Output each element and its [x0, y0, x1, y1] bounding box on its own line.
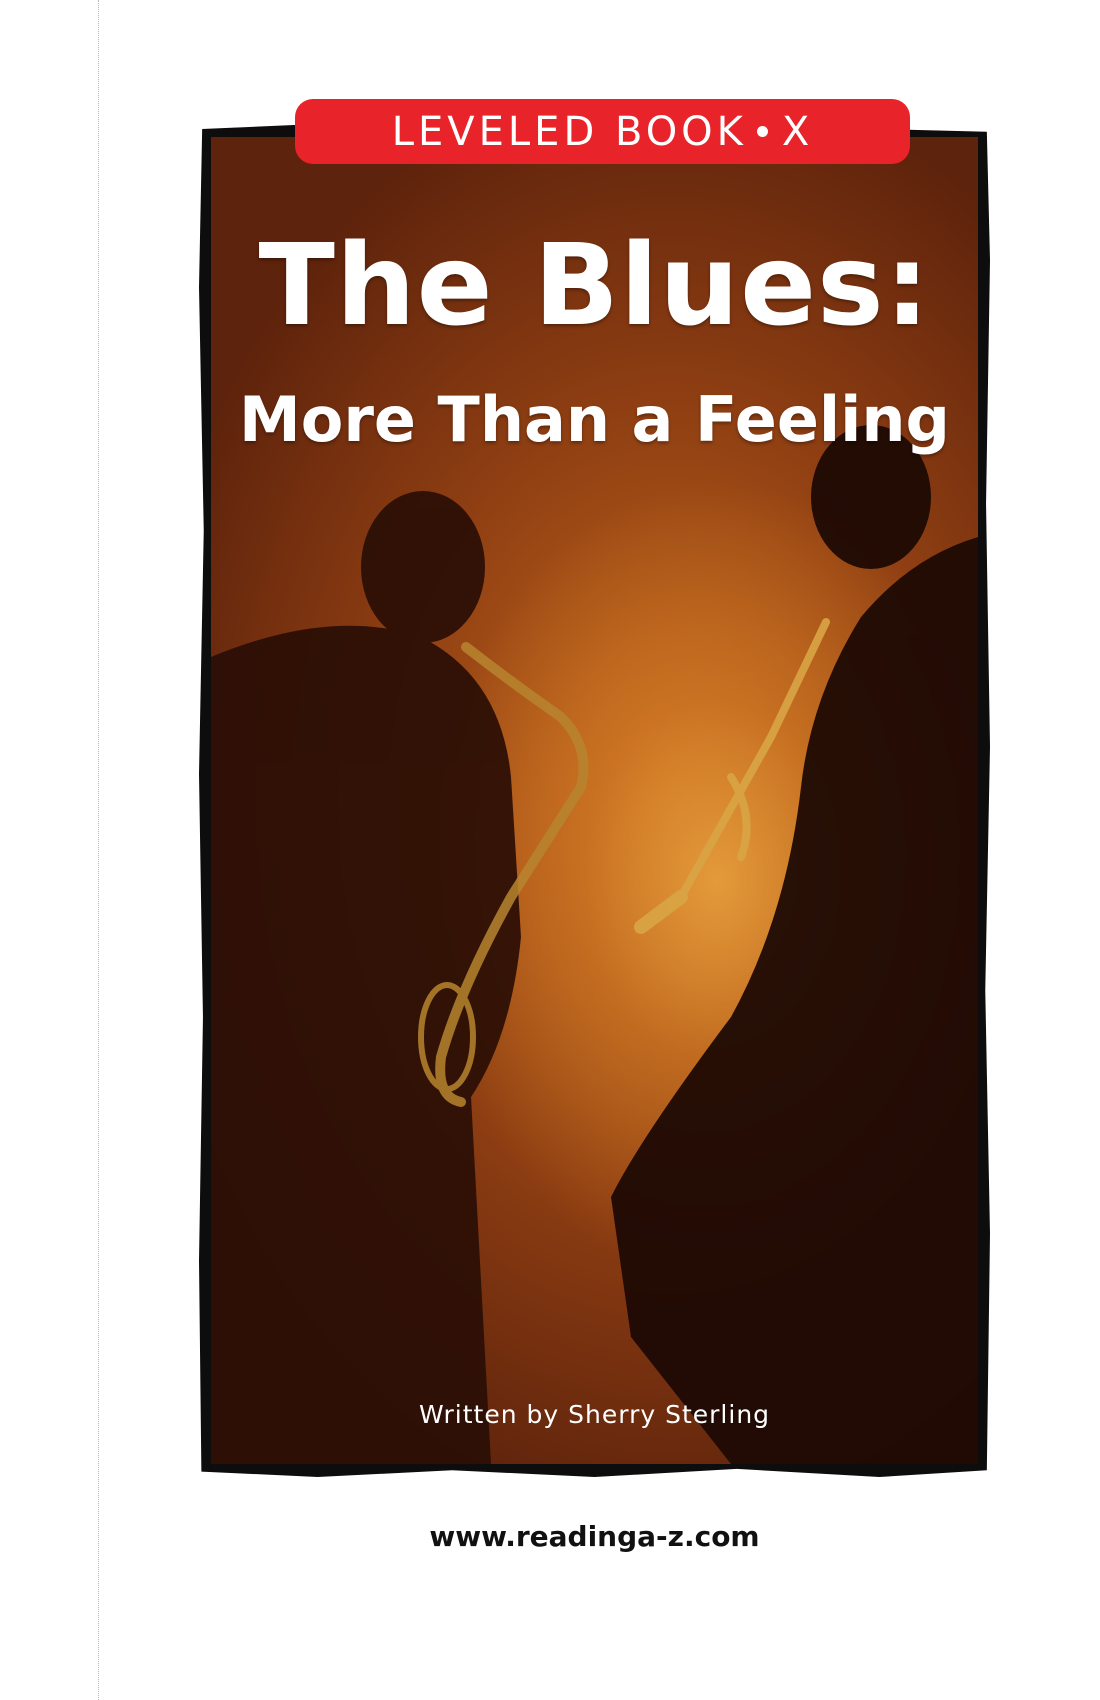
banner-level: X [781, 108, 814, 155]
website-url: www.readinga-z.com [429, 1520, 760, 1553]
book-title: The Blues: [258, 221, 931, 351]
author-byline: Written by Sherry Sterling [418, 1400, 771, 1429]
leveled-book-banner: LEVELED BOOK X [295, 99, 910, 164]
banner-label: LEVELED BOOK [391, 108, 747, 155]
banner-dot-icon [756, 126, 768, 137]
book-subtitle: More Than a Feeling [239, 383, 950, 456]
trumpeter-silhouette [611, 425, 978, 1464]
page-margin-line [98, 0, 99, 1700]
